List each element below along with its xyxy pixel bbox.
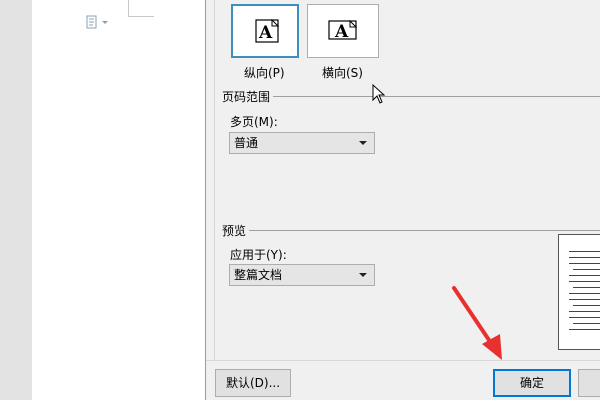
preview-text-line xyxy=(573,287,600,288)
preview-text-line xyxy=(569,257,600,258)
portrait-page-icon: A xyxy=(255,19,280,43)
apply-to-label: 应用于(Y): xyxy=(230,248,287,262)
landscape-option[interactable]: A xyxy=(307,4,379,58)
chevron-down-icon xyxy=(359,273,367,277)
chevron-down-icon xyxy=(359,141,367,145)
landscape-glyph: A xyxy=(334,22,349,42)
multi-pages-value: 普通 xyxy=(234,136,259,150)
preview-title: 预览 xyxy=(222,222,250,239)
preview-divider xyxy=(222,230,600,231)
preview-text-line xyxy=(569,311,600,312)
portrait-option[interactable]: A xyxy=(231,4,299,58)
portrait-label[interactable]: 纵向(P) xyxy=(244,64,285,81)
red-arrow-annotation xyxy=(452,286,502,360)
default-button[interactable]: 默认(D)... xyxy=(215,369,291,397)
portrait-glyph: A xyxy=(258,23,273,43)
page-corner-marker xyxy=(128,0,154,17)
cancel-button[interactable] xyxy=(578,369,600,397)
landscape-page-icon: A xyxy=(328,19,358,42)
preview-text-line xyxy=(573,305,600,306)
apply-to-select[interactable]: 整篇文档 xyxy=(229,264,375,286)
document-page[interactable] xyxy=(32,0,205,400)
preview-text-line xyxy=(569,281,600,282)
paste-icon[interactable] xyxy=(86,15,110,31)
preview-text-line xyxy=(573,269,600,270)
multi-pages-label: 多页(M): xyxy=(230,115,278,129)
apply-to-value: 整篇文档 xyxy=(234,268,283,282)
preview-text-line xyxy=(569,293,600,294)
preview-text-line xyxy=(569,329,600,330)
dialog-divider xyxy=(214,0,215,360)
page-range-divider xyxy=(222,96,600,97)
page-setup-dialog xyxy=(205,0,600,400)
page-range-title: 页码范围 xyxy=(222,88,274,105)
button-bar-divider xyxy=(206,360,600,361)
preview-text-line xyxy=(573,323,600,324)
multi-pages-select[interactable]: 普通 xyxy=(229,132,375,154)
preview-thumbnail xyxy=(558,234,600,350)
preview-text-line xyxy=(569,299,600,300)
preview-text-line xyxy=(569,251,600,252)
landscape-label[interactable]: 横向(S) xyxy=(322,64,363,81)
preview-text-line xyxy=(569,275,600,276)
preview-text-line xyxy=(569,263,600,264)
mouse-cursor-icon xyxy=(372,84,386,104)
ok-button[interactable]: 确定 xyxy=(493,369,571,397)
preview-text-line xyxy=(569,317,600,318)
